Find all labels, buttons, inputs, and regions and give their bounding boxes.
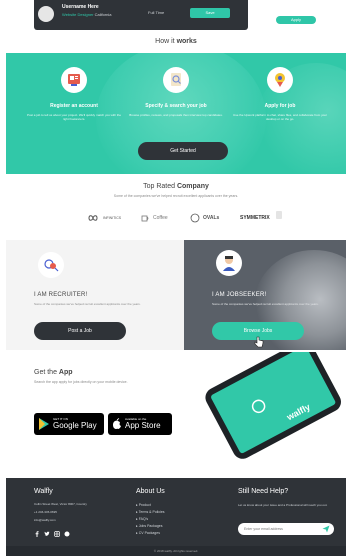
step-title: Register an account	[50, 103, 98, 109]
footer-brand: Walfly	[34, 488, 53, 495]
company-logo-symmetrix[interactable]: SYMMETRIX	[240, 211, 270, 225]
job-card-role: Website Designer	[62, 12, 94, 17]
app-store-label: App Store	[125, 421, 161, 430]
footer-help-text: Let us know about your issue and a Profe…	[238, 503, 328, 507]
job-card-name: Username Here	[62, 4, 99, 10]
top-rated-title: Top Rated Company	[0, 183, 352, 190]
company-logo-coffee[interactable]: Coffee	[140, 211, 168, 225]
instagram-icon[interactable]	[54, 531, 60, 537]
app-title-light: Get the	[34, 369, 59, 376]
footer-link-faq[interactable]: ▸ FAQ's	[136, 517, 148, 521]
google-play-label: Google Play	[53, 421, 97, 430]
recruiter-icon	[38, 252, 64, 278]
job-card-button[interactable]: Save	[190, 8, 230, 18]
rated-title-light: Top Rated	[143, 183, 177, 190]
step-desc: Browse profiles, reviews, and proposals …	[129, 113, 223, 117]
footer-help-title: Still Need Help?	[238, 488, 289, 495]
google-play-icon	[39, 418, 49, 430]
get-app-subtitle: Search the app apply for jobs directly o…	[34, 380, 128, 384]
footer-link-cv-packages[interactable]: ▸ CV Packages	[136, 531, 160, 535]
job-card-location: California	[94, 12, 112, 17]
footer-email[interactable]: info@walfly.com	[34, 518, 56, 522]
newsletter-form	[238, 523, 334, 535]
how-title-bold: works	[176, 38, 197, 45]
footer-link-label: Jobs Packages	[138, 524, 163, 528]
company-logo-infinitics[interactable]: INFINITICS	[86, 211, 121, 225]
post-a-job-button[interactable]: Post a Job	[34, 322, 126, 340]
email-input[interactable]	[244, 523, 314, 535]
rated-title-bold: Company	[176, 183, 209, 190]
register-icon	[61, 67, 87, 93]
twitter-icon[interactable]	[44, 531, 50, 537]
step-title: Specify & search your job	[145, 103, 207, 109]
avatar	[38, 6, 54, 22]
phone-mockup	[205, 352, 341, 459]
footer-address: Collin Street West, Victor 8007, Country	[34, 502, 87, 506]
how-title-light: How it	[155, 38, 177, 45]
step-apply: Apply for job Use the Upwork platform to…	[230, 67, 330, 121]
step-title: Apply for job	[264, 103, 296, 109]
app-title-bold: App	[58, 369, 73, 376]
footer-link-label: Terms & Policies	[138, 510, 165, 514]
footer-link-jobs-packages[interactable]: ▸ Jobs Packages	[136, 524, 162, 528]
step-register: Register an account Post a job to tell u…	[24, 67, 124, 121]
get-app-title: Get the App	[34, 369, 73, 376]
hand-cursor-icon	[254, 336, 264, 348]
recruiter-title: I AM RECRUITER!	[34, 292, 88, 298]
company-name: Coffee	[153, 215, 168, 221]
company-name: INFINITICS	[103, 216, 122, 220]
footer-link-label: Product	[138, 503, 151, 507]
job-card-meta: Full Time	[148, 10, 165, 15]
step-desc: Post a job to tell us about your project…	[26, 113, 122, 121]
jobseeker-title: I AM JOBSEEKER!	[212, 292, 267, 298]
infinity-icon	[88, 215, 98, 221]
app-store-badge[interactable]: Available on the App Store	[108, 413, 172, 435]
top-rated-subtitle: Some of the companies we've helped recru…	[113, 194, 239, 198]
globe-icon[interactable]	[64, 531, 70, 537]
company-name: SYMMETRIX	[240, 215, 270, 221]
how-it-works-title: How it works	[0, 38, 352, 45]
search-job-icon	[163, 67, 189, 93]
footer-about-title: About Us	[136, 488, 165, 495]
footer-phone: +1 246-345-0695	[34, 510, 57, 514]
footer-link-label: CV Packages	[138, 531, 160, 535]
oval-icon	[190, 213, 200, 223]
apply-button[interactable]: Apply	[276, 16, 316, 24]
facebook-icon[interactable]	[34, 531, 40, 537]
coffee-cup-icon	[141, 215, 149, 222]
jobseeker-desc: Some of the companies we've helped recru…	[212, 302, 319, 306]
apple-icon	[113, 418, 121, 429]
jobseeker-icon	[216, 250, 242, 276]
step-search: Specify & search your job Browse profile…	[126, 67, 226, 117]
footer-link-product[interactable]: ▸ Product	[136, 503, 151, 507]
send-icon[interactable]	[322, 525, 330, 533]
get-started-button[interactable]: Get Started	[138, 142, 228, 160]
job-card-subtitle: Website Designer California	[62, 12, 112, 17]
company-name: OVALs	[203, 215, 220, 221]
apply-icon	[267, 67, 293, 93]
step-desc: Use the Upwork platform to chat, share f…	[233, 113, 327, 121]
copyright: © 2018 walfly. All rights reserved.	[6, 546, 346, 556]
carousel-dot[interactable]	[276, 211, 282, 219]
company-logo-ovals[interactable]: OVALs	[190, 211, 219, 225]
footer-link-label: FAQ's	[138, 517, 149, 521]
footer-link-terms[interactable]: ▸ Terms & Policies	[136, 510, 165, 514]
google-play-badge[interactable]: GET IT ON Google Play	[34, 413, 104, 435]
recruiter-desc: Some of the companies we've helped recru…	[34, 302, 141, 306]
